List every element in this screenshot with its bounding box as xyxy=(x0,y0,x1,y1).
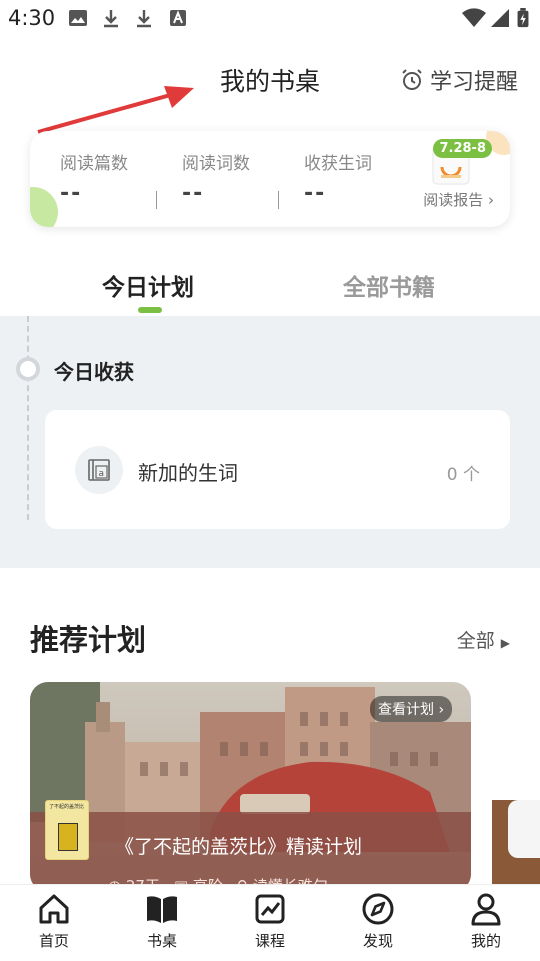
app-notification-icon xyxy=(170,10,186,26)
person-icon xyxy=(471,893,501,926)
home-icon xyxy=(39,894,69,924)
nav-discover[interactable]: 发现 xyxy=(338,891,418,951)
divider xyxy=(156,191,157,209)
timeline-line xyxy=(27,316,29,520)
nav-desk[interactable]: 书桌 xyxy=(122,891,202,951)
new-words-card[interactable]: a 新加的生词 0 个 xyxy=(45,410,510,529)
new-words-label: 新加的生词 xyxy=(138,461,238,485)
chevron-right-icon: › xyxy=(434,702,445,718)
reading-report-label: 阅读报告 xyxy=(423,191,484,209)
alarm-clock-icon xyxy=(402,69,422,90)
nav-discover-label: 发现 xyxy=(362,932,393,950)
today-harvest-title: 今日收获 xyxy=(54,360,134,384)
image-icon xyxy=(69,10,87,26)
plan-title: 《了不起的盖茨比》精读计划 xyxy=(115,836,363,858)
nav-courses[interactable]: 课程 xyxy=(230,891,310,951)
floating-tab[interactable] xyxy=(508,800,540,858)
book-icon xyxy=(147,896,177,923)
vocabulary-book-icon: a xyxy=(75,446,123,494)
study-reminder-label: 学习提醒 xyxy=(429,70,518,95)
stat-value-words-read: -- xyxy=(182,181,205,206)
tab-all-books[interactable]: 全部书籍 xyxy=(343,268,435,302)
triangle-right-icon: ▶ xyxy=(500,636,510,650)
new-words-count: 0 个 xyxy=(446,465,480,485)
status-bar: 4:30 xyxy=(0,0,540,36)
reading-stats-card: 阅读篇数 -- 阅读词数 -- 收获生词 -- 7.28-8 阅读报告 › xyxy=(30,131,510,227)
stat-value-articles: -- xyxy=(60,181,83,206)
chevron-right-icon: › xyxy=(488,191,494,209)
recommended-plans-title: 推荐计划 xyxy=(30,623,147,657)
report-date-badge: 7.28-8 xyxy=(433,139,492,158)
plan-card[interactable]: 查看计划 › 了不起的盖茨比 《了不起的盖茨比》精读计划 ◷ 27天 ▣ 高阶 … xyxy=(30,682,471,892)
stat-label-new-words: 收获生词 xyxy=(304,154,372,174)
download-icon xyxy=(137,10,151,28)
view-plan-button[interactable]: 查看计划 › xyxy=(370,696,453,722)
nav-courses-label: 课程 xyxy=(254,932,285,950)
download-icon xyxy=(104,10,118,28)
stat-label-words-read: 阅读词数 xyxy=(182,154,250,174)
compass-icon xyxy=(362,893,394,925)
tab-today-plan[interactable]: 今日计划 xyxy=(102,268,194,302)
nav-home-label: 首页 xyxy=(38,932,69,950)
divider xyxy=(278,191,279,209)
reading-report-link[interactable]: 阅读报告 › xyxy=(423,189,494,210)
svg-text:a: a xyxy=(99,469,105,479)
wifi-icon xyxy=(462,8,486,27)
chart-icon xyxy=(255,894,285,924)
nav-home[interactable]: 首页 xyxy=(14,891,94,951)
decoration-circle xyxy=(30,187,58,227)
view-plan-label: 查看计划 xyxy=(378,702,434,718)
study-reminder-button[interactable]: 学习提醒 xyxy=(400,64,518,96)
view-all-plans-link[interactable]: 全部 ▶ xyxy=(457,626,510,653)
signal-icon xyxy=(491,9,509,27)
timeline-dot xyxy=(16,357,40,381)
tab-indicator xyxy=(138,307,162,313)
nav-me-label: 我的 xyxy=(470,932,501,950)
book-cover-thumbnail: 了不起的盖茨比 xyxy=(45,800,89,860)
nav-me[interactable]: 我的 xyxy=(446,891,526,951)
stat-value-new-words: -- xyxy=(304,181,327,206)
nav-desk-label: 书桌 xyxy=(146,932,177,950)
view-all-label: 全部 xyxy=(456,630,495,652)
book-cover-title: 了不起的盖茨比 xyxy=(49,804,85,810)
battery-icon xyxy=(517,8,529,28)
bottom-navigation: 首页 书桌 课程 发现 我的 xyxy=(0,884,540,961)
stat-label-articles: 阅读篇数 xyxy=(60,154,128,174)
status-time: 4:30 xyxy=(8,6,56,30)
